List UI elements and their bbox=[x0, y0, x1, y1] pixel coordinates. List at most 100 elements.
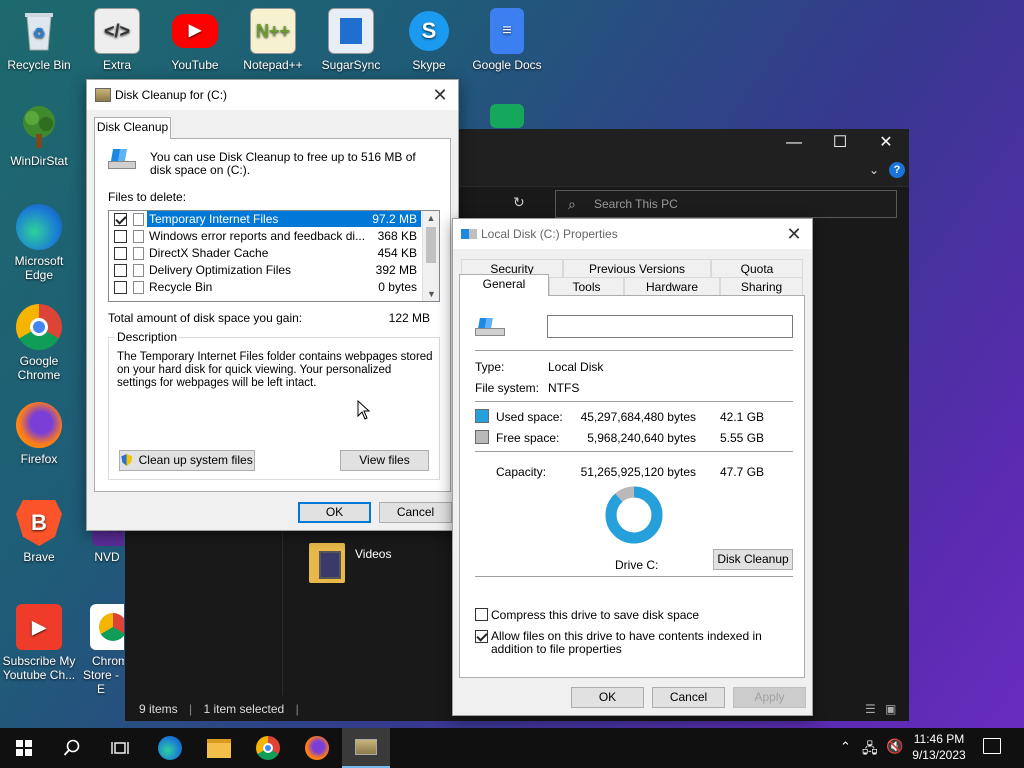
desktop-icon-chrome-store[interactable]: Chrome Store - E bbox=[78, 604, 124, 696]
used-space-swatch bbox=[475, 409, 489, 423]
tab-previous-versions[interactable]: Previous Versions bbox=[563, 259, 711, 278]
capacity-gb: 47.7 GB bbox=[720, 465, 765, 479]
clean-up-system-files-button[interactable]: Clean up system files bbox=[119, 450, 255, 471]
disk-cleanup-ok-button[interactable]: OK bbox=[298, 502, 371, 523]
desktop-icon-subscribe[interactable]: ▶ Subscribe My Youtube Ch... bbox=[0, 604, 78, 682]
notifications-icon[interactable] bbox=[983, 738, 1001, 754]
desktop-icon-skype[interactable]: S Skype bbox=[390, 8, 468, 72]
taskbar-edge[interactable] bbox=[146, 728, 194, 768]
desktop-icon-recycle-bin[interactable]: ♻ Recycle Bin bbox=[0, 8, 78, 72]
recycle-bin-icon: ♻ bbox=[16, 8, 62, 54]
chevron-down-icon[interactable]: ⌄ bbox=[869, 163, 879, 177]
youtube-icon: ▶ bbox=[172, 14, 218, 48]
disk-cleanup-cancel-button[interactable]: Cancel bbox=[379, 502, 452, 523]
taskbar-chrome[interactable] bbox=[244, 728, 292, 768]
file-name: Delivery Optimization Files bbox=[149, 263, 292, 277]
file-checkbox[interactable] bbox=[114, 264, 127, 277]
capacity-label: Capacity: bbox=[496, 465, 547, 479]
file-list-row[interactable]: Recycle Bin 0 bytes bbox=[109, 279, 423, 296]
desktop-icon-firefox[interactable]: Firefox bbox=[0, 402, 78, 466]
file-list-row[interactable]: Windows error reports and feedback di...… bbox=[109, 228, 423, 245]
start-button[interactable] bbox=[0, 728, 48, 768]
desktop-icon-chrome[interactable]: Google Chrome bbox=[0, 304, 78, 382]
show-hidden-icons-icon[interactable]: ⌃ bbox=[840, 739, 851, 755]
scroll-down-icon[interactable]: ▼ bbox=[423, 287, 439, 301]
chrome-icon bbox=[16, 304, 62, 350]
search-icon bbox=[63, 739, 80, 756]
desktop-icon-windirstat[interactable]: WinDirStat bbox=[0, 104, 78, 168]
details-view-icon[interactable]: ☰ bbox=[865, 697, 876, 721]
explorer-minimize-button[interactable]: — bbox=[771, 129, 817, 157]
view-files-button[interactable]: View files bbox=[340, 450, 429, 471]
tab-general[interactable]: General bbox=[459, 274, 549, 296]
clock-date: 9/13/2023 bbox=[912, 748, 966, 762]
desktop-icon-label: SugarSync bbox=[321, 58, 381, 72]
chrome-store-icon bbox=[90, 604, 124, 650]
file-list-row[interactable]: DirectX Shader Cache 454 KB bbox=[109, 245, 423, 262]
skype-icon: S bbox=[409, 11, 449, 51]
desktop-icon-label: Subscribe My Youtube Ch... bbox=[2, 654, 76, 682]
mouse-cursor-icon bbox=[357, 400, 371, 420]
refresh-icon[interactable]: ↻ bbox=[513, 194, 525, 211]
properties-cancel-button[interactable]: Cancel bbox=[652, 687, 725, 708]
tab-tools[interactable]: Tools bbox=[549, 277, 624, 296]
allow-indexing-checkbox[interactable] bbox=[475, 630, 488, 643]
desktop-icon-label: Google Chrome bbox=[17, 354, 61, 382]
volume-muted-icon[interactable]: 🔇 bbox=[886, 738, 903, 755]
file-list-row[interactable]: Delivery Optimization Files 392 MB bbox=[109, 262, 423, 279]
help-icon[interactable]: ? bbox=[889, 162, 905, 178]
desktop-icon-youtube[interactable]: ▶ YouTube bbox=[156, 8, 234, 72]
desktop-icon-label: Extra bbox=[102, 58, 131, 72]
file-checkbox[interactable] bbox=[114, 281, 127, 294]
clock[interactable]: 11:46 PM 9/13/2023 bbox=[906, 731, 972, 763]
allow-indexing-label: Allow files on this drive to have conten… bbox=[491, 629, 762, 656]
notepad-plus-plus-icon: N++ bbox=[250, 8, 296, 54]
folder-label: Videos bbox=[355, 547, 392, 561]
taskbar-disk-cleanup[interactable] bbox=[342, 728, 390, 768]
desktop-icon-sugarsync[interactable]: SugarSync bbox=[312, 8, 390, 72]
desktop-icon-brave[interactable]: B Brave bbox=[0, 500, 78, 564]
desktop-icon-google-docs[interactable]: ≡ Google Docs bbox=[468, 8, 546, 72]
free-space-gb: 5.55 GB bbox=[720, 431, 765, 445]
network-icon[interactable]: 🖧 bbox=[862, 738, 878, 762]
tab-hardware[interactable]: Hardware bbox=[624, 277, 720, 296]
taskbar-file-explorer[interactable] bbox=[195, 728, 243, 768]
folder-item-videos[interactable]: Videos bbox=[309, 543, 399, 589]
file-checkbox[interactable] bbox=[114, 230, 127, 243]
file-checkbox[interactable] bbox=[114, 213, 127, 226]
file-checkbox[interactable] bbox=[114, 247, 127, 260]
scroll-up-icon[interactable]: ▲ bbox=[423, 211, 439, 225]
properties-close-button[interactable]: ✕ bbox=[776, 219, 812, 249]
file-size: 97.2 MB bbox=[372, 212, 417, 226]
drive-icon bbox=[108, 149, 138, 171]
explorer-close-button[interactable]: ✕ bbox=[863, 129, 909, 157]
explorer-maximize-button[interactable]: ☐ bbox=[817, 129, 863, 157]
status-item-count: 9 items bbox=[139, 702, 178, 716]
desktop-icon-edge[interactable]: Microsoft Edge bbox=[0, 204, 78, 282]
desktop-icon-notepadpp[interactable]: N++ Notepad++ bbox=[234, 8, 312, 72]
file-size: 0 bytes bbox=[378, 280, 417, 294]
task-view-button[interactable] bbox=[96, 728, 144, 768]
compress-drive-checkbox[interactable] bbox=[475, 608, 488, 621]
properties-apply-button[interactable]: Apply bbox=[733, 687, 806, 708]
properties-ok-button[interactable]: OK bbox=[571, 687, 644, 708]
file-list-row[interactable]: Temporary Internet Files 97.2 MB bbox=[109, 211, 423, 228]
list-scrollbar[interactable]: ▲ ▼ bbox=[422, 211, 439, 301]
disk-cleanup-close-button[interactable]: ✕ bbox=[422, 80, 458, 110]
uac-shield-icon bbox=[121, 454, 133, 466]
desktop-icon-extra[interactable]: </> Extra bbox=[78, 8, 156, 72]
taskbar-firefox[interactable] bbox=[293, 728, 341, 768]
disk-cleanup-button[interactable]: Disk Cleanup bbox=[713, 549, 793, 570]
tab-disk-cleanup[interactable]: Disk Cleanup bbox=[94, 117, 171, 139]
tab-sharing[interactable]: Sharing bbox=[720, 277, 803, 296]
desktop-icon-label: YouTube bbox=[171, 58, 219, 72]
large-icons-view-icon[interactable]: ▣ bbox=[885, 697, 896, 721]
explorer-search-input[interactable]: ⌕ Search This PC bbox=[555, 190, 897, 218]
google-sheets-partial[interactable] bbox=[468, 104, 546, 128]
scroll-thumb[interactable] bbox=[426, 227, 436, 263]
files-to-delete-list[interactable]: Temporary Internet Files 97.2 MB Windows e… bbox=[108, 210, 440, 302]
disk-cleanup-icon bbox=[95, 88, 111, 102]
drive-name-input[interactable] bbox=[547, 315, 793, 338]
tab-quota[interactable]: Quota bbox=[711, 259, 803, 278]
taskbar-search-button[interactable] bbox=[48, 728, 96, 768]
